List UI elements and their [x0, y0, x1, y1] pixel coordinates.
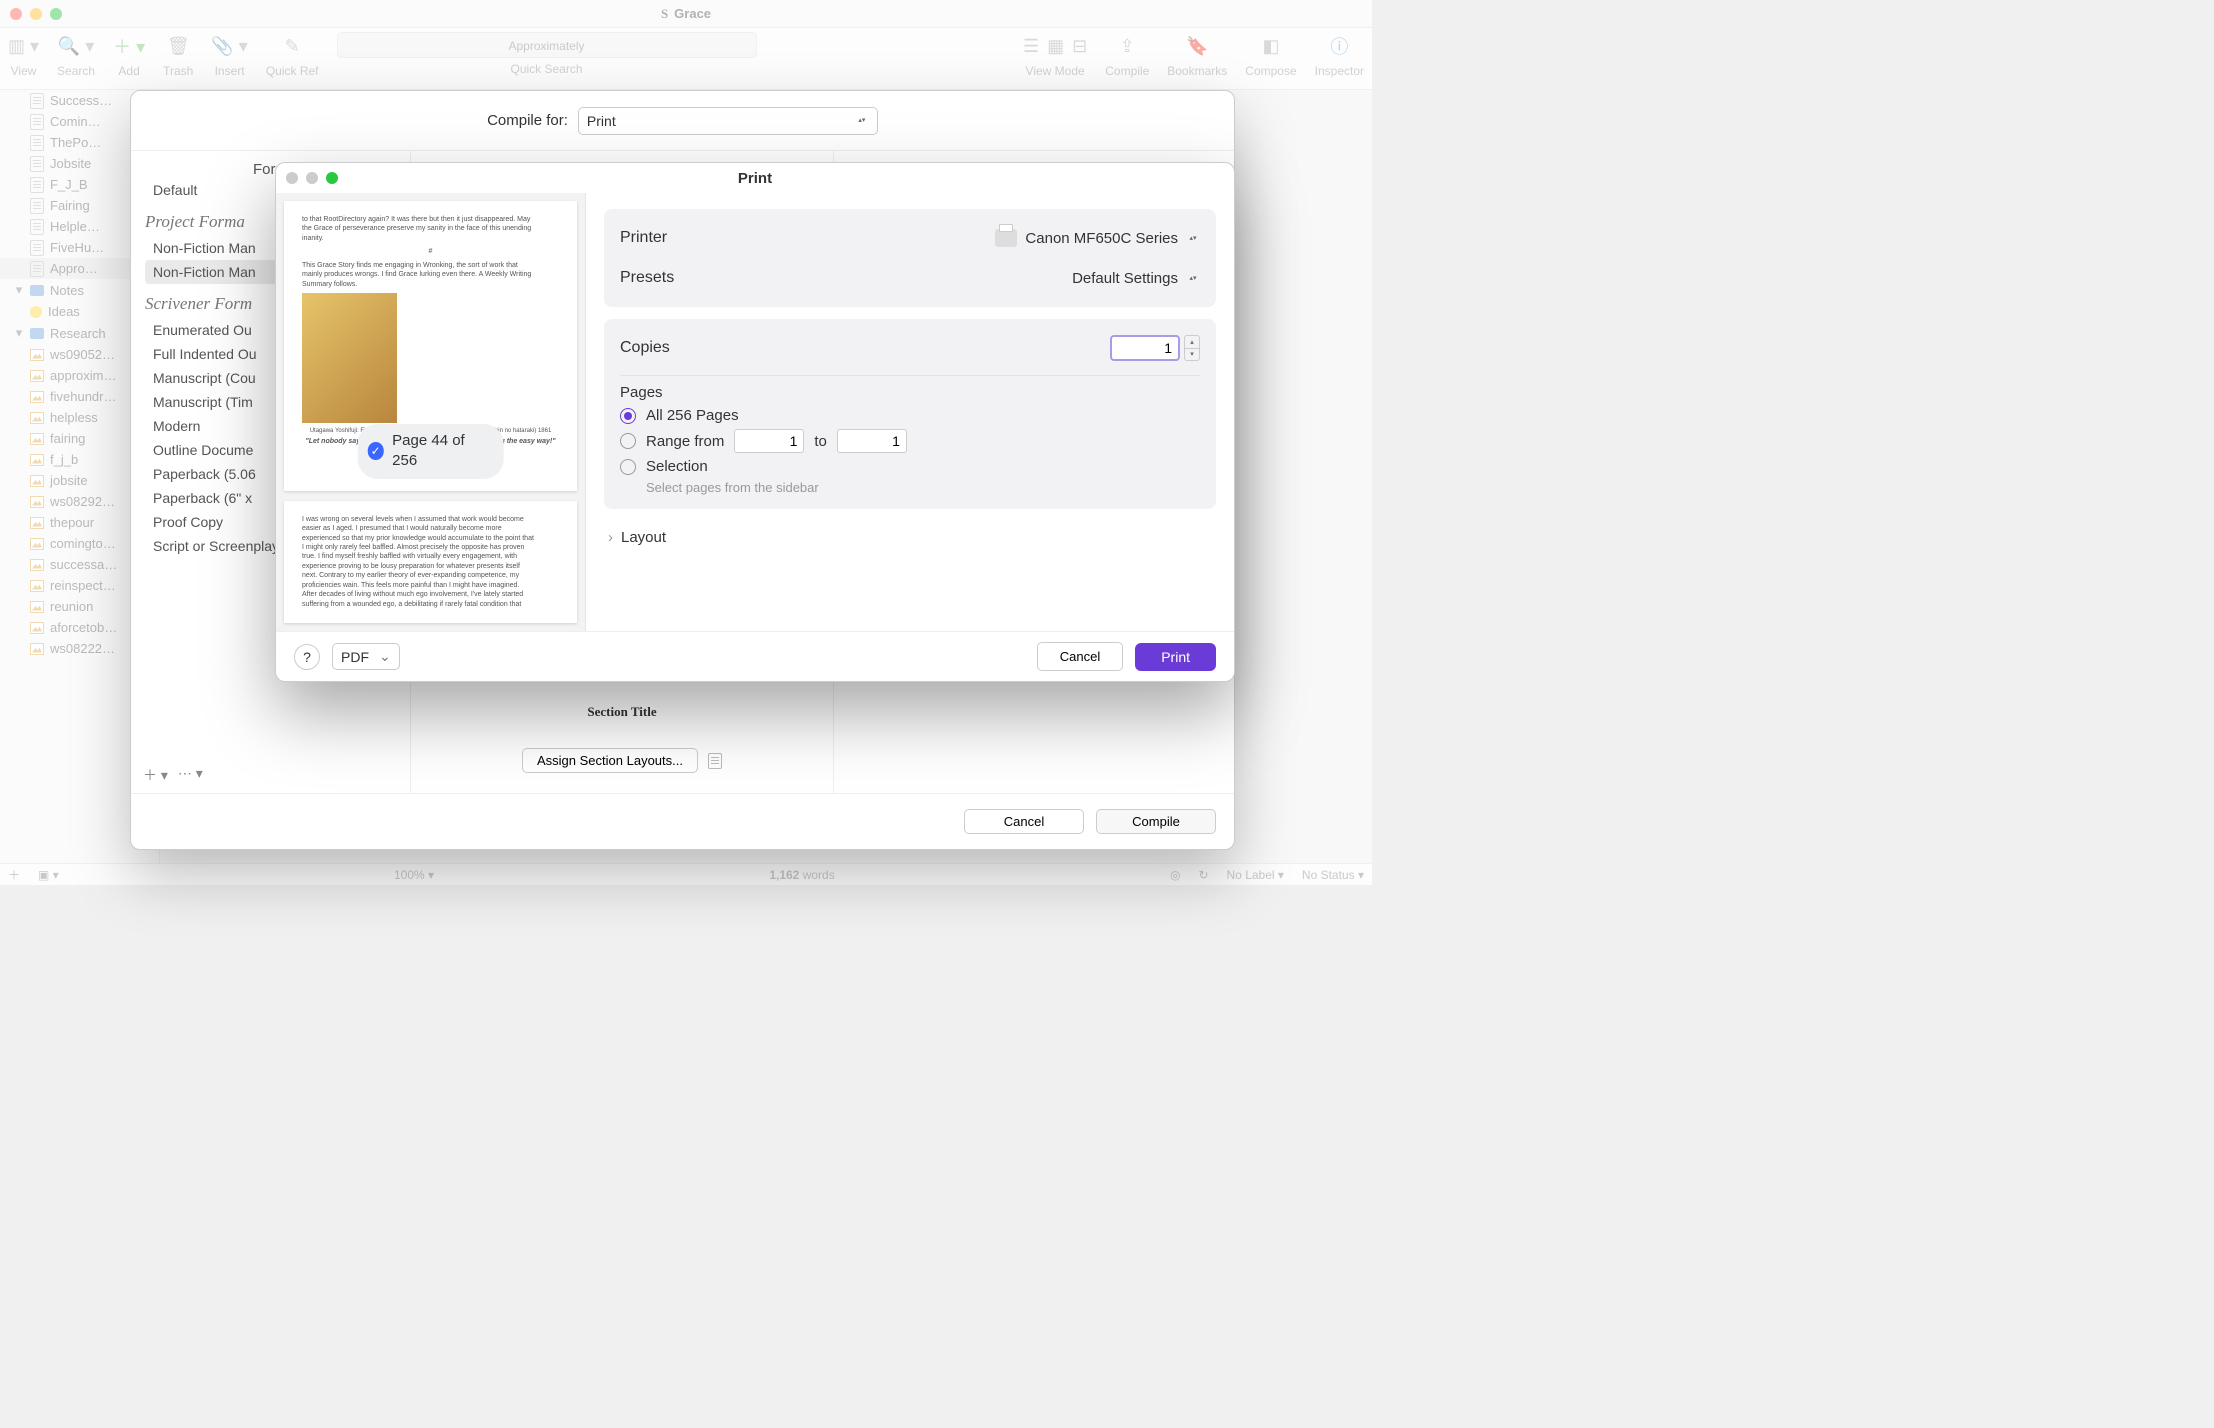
format-options-button[interactable]: ⋯ ▾: [178, 765, 203, 785]
chevron-down-icon: ⌄: [379, 648, 391, 665]
preview-text-line: experienced so that my prior knowledge w…: [302, 534, 559, 543]
presets-select[interactable]: Default Settings ▴▾: [1072, 269, 1200, 287]
preview-text-line: mainly produces wrongs. I find Grace lur…: [302, 270, 559, 279]
radio-selection[interactable]: [620, 459, 636, 475]
preview-text-line: the Grace of perseverance preserve my sa…: [302, 224, 559, 233]
chevron-updown-icon: ▴▾: [1186, 229, 1200, 247]
printer-select[interactable]: Canon MF650C Series ▴▾: [995, 229, 1200, 247]
range-to-label: to: [814, 433, 827, 450]
preview-text-line: to that RootDirectory again? It was ther…: [302, 215, 559, 224]
preview-text-line: suffering from a wounded ego, a debilita…: [302, 600, 559, 609]
preview-text-line: I was wrong on several levels when I ass…: [302, 515, 559, 524]
pdf-label: PDF: [341, 649, 369, 665]
pages-all-radio-row[interactable]: All 256 Pages: [620, 407, 1200, 424]
help-button[interactable]: ?: [294, 644, 320, 670]
radio-range[interactable]: [620, 433, 636, 449]
preview-divider: #: [302, 247, 559, 256]
printer-value: Canon MF650C Series: [1025, 230, 1178, 247]
preview-text-line: Summary follows.: [302, 280, 559, 289]
page-thumbnail-44[interactable]: to that RootDirectory again? It was ther…: [284, 201, 577, 491]
print-traffic-lights: [286, 172, 338, 184]
copies-pages-panel: Copies ▴▾ Pages All 256 Pages Range from: [604, 319, 1216, 509]
range-to-input[interactable]: [837, 429, 907, 453]
presets-label: Presets: [620, 269, 674, 287]
compile-for-value: Print: [587, 113, 616, 129]
all-pages-label: All 256 Pages: [646, 407, 739, 424]
presets-value: Default Settings: [1072, 270, 1178, 287]
compile-top-bar: Compile for: Print ▴▾: [131, 91, 1234, 151]
preview-text-line: This Grace Story finds me engaging in Wr…: [302, 261, 559, 270]
compile-for-label: Compile for:: [487, 112, 568, 129]
printer-presets-panel: Printer Canon MF650C Series ▴▾ Presets D…: [604, 209, 1216, 307]
radio-all-pages[interactable]: [620, 408, 636, 424]
selection-label: Selection: [646, 458, 708, 475]
preview-text-line: inanity.: [302, 234, 559, 243]
printer-icon: [995, 229, 1017, 247]
print-dialog: Print to that RootDirectory again? It wa…: [275, 162, 1235, 682]
print-cancel-button[interactable]: Cancel: [1037, 642, 1123, 671]
layout-label: Layout: [621, 529, 666, 546]
page-thumbnail-45[interactable]: I was wrong on several levels when I ass…: [284, 501, 577, 623]
copies-input[interactable]: [1110, 335, 1180, 361]
chevron-updown-icon: ▴▾: [1186, 269, 1200, 287]
page-icon[interactable]: [708, 753, 722, 769]
compile-confirm-button[interactable]: Compile: [1096, 809, 1216, 834]
print-options-pane: Printer Canon MF650C Series ▴▾ Presets D…: [586, 193, 1234, 631]
section-title-preview: Section Title: [587, 704, 656, 720]
preview-illustration: [302, 293, 397, 423]
check-icon: ✓: [367, 442, 384, 460]
preview-text-line: proficiencies wain. This feels more pain…: [302, 581, 559, 590]
preview-text-line: After decades of living without much ego…: [302, 590, 559, 599]
print-dialog-title: Print: [738, 170, 772, 187]
preview-text-line: next. Contrary to my earlier theory of e…: [302, 571, 559, 580]
pdf-dropdown[interactable]: PDF ⌄: [332, 643, 400, 670]
close-dialog-button[interactable]: [286, 172, 298, 184]
printer-label: Printer: [620, 229, 667, 247]
preview-text-line: experience proving to be lousy preparati…: [302, 562, 559, 571]
print-preview-sidebar[interactable]: to that RootDirectory again? It was ther…: [276, 193, 586, 631]
print-titlebar: Print: [276, 163, 1234, 193]
copies-stepper[interactable]: ▴▾: [1184, 335, 1200, 361]
print-footer: ? PDF ⌄ Cancel Print: [276, 631, 1234, 681]
page-indicator-badge[interactable]: ✓ Page 44 of 256: [357, 424, 504, 479]
layout-disclosure[interactable]: › Layout: [604, 521, 1216, 554]
preview-text-line: easier as I aged. I presumed that I woul…: [302, 524, 559, 533]
compile-for-dropdown[interactable]: Print ▴▾: [578, 107, 878, 135]
chevron-right-icon: ›: [608, 529, 613, 546]
page-indicator-text: Page 44 of 256: [392, 431, 488, 472]
compile-bottom-bar: Cancel Compile: [131, 793, 1234, 849]
minimize-dialog-button[interactable]: [306, 172, 318, 184]
add-format-button[interactable]: ＋ ▾: [143, 765, 168, 785]
pages-range-radio-row[interactable]: Range from to: [620, 429, 1200, 453]
pages-selection-radio-row[interactable]: Selection: [620, 458, 1200, 475]
preview-text-line: I might only rarely feel baffled. Almost…: [302, 543, 559, 552]
assign-section-layouts-button[interactable]: Assign Section Layouts...: [522, 748, 698, 773]
zoom-dialog-button[interactable]: [326, 172, 338, 184]
preview-text-line: true. I find myself freshly baffled with…: [302, 552, 559, 561]
range-from-input[interactable]: [734, 429, 804, 453]
selection-hint: Select pages from the sidebar: [646, 480, 1200, 495]
range-from-label: Range from: [646, 433, 724, 450]
compile-cancel-button[interactable]: Cancel: [964, 809, 1084, 834]
chevron-updown-icon: ▴▾: [855, 112, 869, 130]
copies-label: Copies: [620, 339, 670, 357]
pages-section-header: Pages: [620, 384, 1200, 401]
print-confirm-button[interactable]: Print: [1135, 643, 1216, 671]
